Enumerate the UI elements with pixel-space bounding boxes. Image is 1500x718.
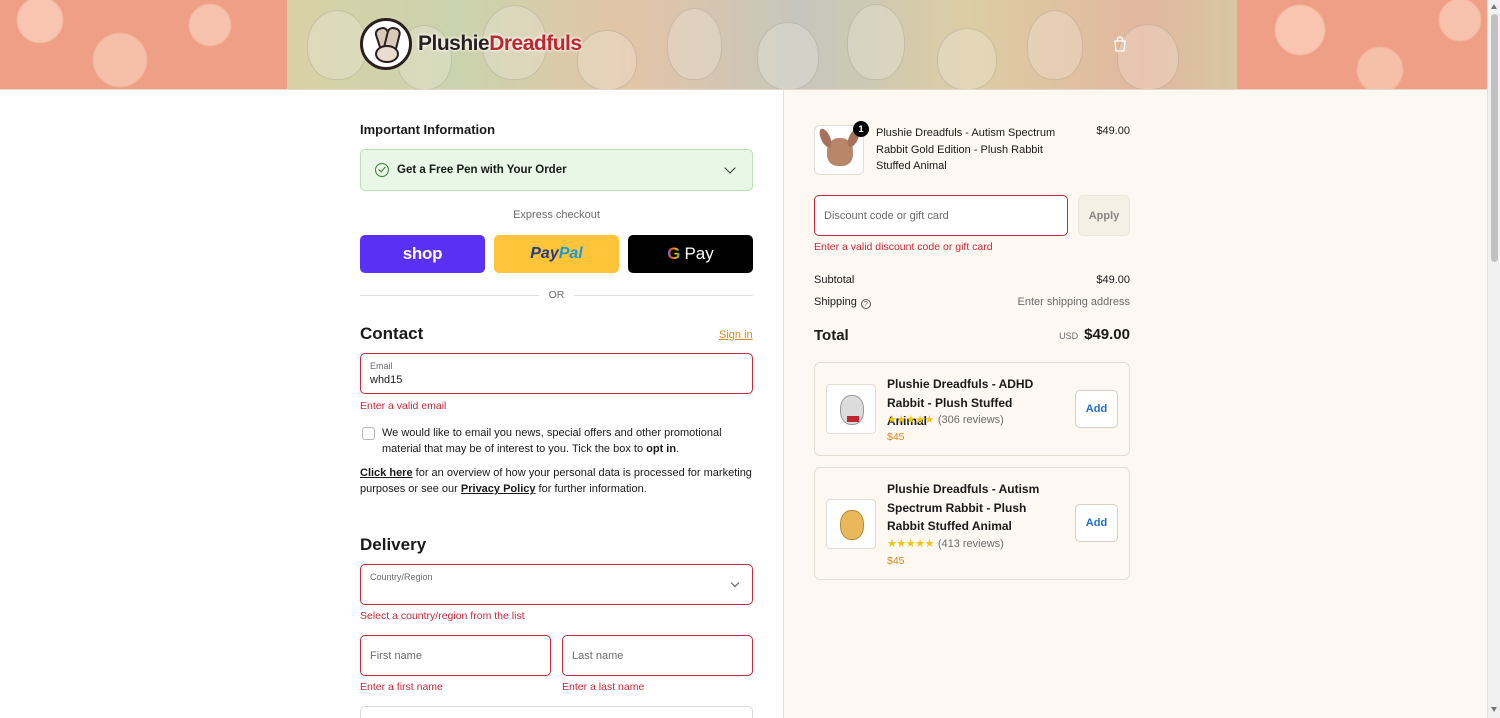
optin-text: We would like to email you news, special… — [382, 427, 722, 455]
click-here-link[interactable]: Click here — [360, 467, 413, 479]
upsell-price: $45 — [887, 555, 905, 567]
first-name-placeholder: First name — [370, 649, 422, 662]
shipping-label: Shipping — [814, 296, 857, 308]
optin-checkbox[interactable] — [362, 427, 375, 440]
shipping-row: Shipping? Enter shipping address — [814, 296, 1130, 309]
quantity-badge: 1 — [853, 121, 869, 137]
discount-code-input[interactable]: Discount code or gift card — [814, 195, 1068, 236]
google-pay-button[interactable]: G Pay — [628, 235, 753, 273]
email-label: Email — [370, 361, 393, 371]
total-currency: USD — [1059, 331, 1079, 341]
delivery-heading: Delivery — [360, 535, 427, 554]
email-error: Enter a valid email — [360, 400, 447, 412]
google-g-icon: G — [667, 244, 681, 263]
privacy-notice: Click here for an overview of how your p… — [360, 467, 752, 495]
upsell-price: $45 — [887, 431, 905, 443]
scroll-down-arrow-icon[interactable] — [1491, 707, 1497, 712]
upsell-thumbnail — [826, 499, 876, 549]
free-pen-accordion[interactable]: Get a Free Pen with Your Order — [360, 149, 753, 191]
or-divider: OR — [360, 289, 753, 301]
next-address-field[interactable] — [360, 706, 753, 718]
subtotal-row: Subtotal $49.00 — [814, 274, 1130, 286]
last-name-field[interactable]: Last name — [562, 635, 753, 676]
cart-line-item: 1 Plushie Dreadfuls - Autism Spectrum Ra… — [814, 121, 1130, 181]
upsell-thumbnail — [826, 384, 876, 434]
promo-label: Get a Free Pen with Your Order — [397, 164, 567, 176]
header-banner: PlushieDreadfuls — [0, 0, 1500, 90]
discount-placeholder: Discount code or gift card — [824, 209, 949, 222]
country-label: Country/Region — [370, 572, 433, 582]
contact-heading: Contact — [360, 324, 424, 343]
check-circle-icon — [375, 163, 389, 177]
shopping-bag-icon[interactable] — [1112, 36, 1128, 52]
rabbit-logo-icon — [360, 18, 412, 70]
discount-error: Enter a valid discount code or gift card — [814, 241, 993, 253]
country-error: Select a country/region from the list — [360, 610, 525, 622]
last-name-placeholder: Last name — [572, 649, 624, 662]
add-upsell-button[interactable]: Add — [1075, 390, 1118, 428]
express-pay-buttons: shop Pay Pal G Pay — [360, 235, 753, 273]
checkout-form-column: Important Information Get a Free Pen wit… — [0, 90, 783, 718]
shipping-value: Enter shipping address — [1017, 296, 1130, 308]
paypal-button[interactable]: Pay Pal — [494, 235, 619, 273]
apply-button[interactable]: Apply — [1078, 195, 1130, 236]
upsell-name: Plushie Dreadfuls - Autism Spectrum Rabb… — [887, 482, 1040, 533]
upsell-card: Plushie Dreadfuls - ADHD Rabbit - Plush … — [814, 362, 1130, 456]
subtotal-label: Subtotal — [814, 274, 855, 286]
total-row: Total USD $49.00 — [814, 326, 1130, 345]
star-rating: ★★★★★ (413 reviews) — [887, 538, 1004, 550]
total-label: Total — [814, 327, 849, 344]
star-rating: ★★★★★ (306 reviews) — [887, 414, 1004, 426]
order-summary-column: 1 Plushie Dreadfuls - Autism Spectrum Ra… — [783, 90, 1487, 718]
brand-logo[interactable]: PlushieDreadfuls — [360, 18, 582, 70]
subtotal-value: $49.00 — [1096, 274, 1130, 286]
add-upsell-button[interactable]: Add — [1075, 504, 1118, 542]
brand-name: PlushieDreadfuls — [418, 32, 582, 55]
first-name-error: Enter a first name — [360, 681, 443, 693]
chevron-down-icon — [724, 162, 736, 174]
email-value: whd15 — [370, 374, 403, 386]
chevron-down-icon — [730, 578, 740, 588]
upsell-card: Plushie Dreadfuls - Autism Spectrum Rabb… — [814, 467, 1130, 580]
last-name-error: Enter a last name — [562, 681, 645, 693]
email-field[interactable]: Email whd15 — [360, 353, 753, 394]
express-checkout-label: Express checkout — [513, 209, 600, 221]
product-name: Plushie Dreadfuls - Autism Spectrum Rabb… — [876, 127, 1056, 172]
privacy-policy-link[interactable]: Privacy Policy — [461, 483, 536, 495]
country-select[interactable]: Country/Region — [360, 564, 753, 605]
sign-in-link[interactable]: Sign in — [719, 329, 753, 341]
product-price: $49.00 — [1096, 125, 1130, 137]
scrollbar-thumb[interactable] — [1491, 14, 1498, 262]
total-value: $49.00 — [1084, 326, 1130, 343]
shop-pay-button[interactable]: shop — [360, 235, 485, 273]
question-circle-icon[interactable]: ? — [860, 299, 871, 309]
page-scrollbar[interactable] — [1487, 0, 1500, 718]
important-info-heading: Important Information — [360, 122, 496, 137]
scroll-up-arrow-icon[interactable] — [1491, 4, 1497, 9]
first-name-field[interactable]: First name — [360, 635, 551, 676]
